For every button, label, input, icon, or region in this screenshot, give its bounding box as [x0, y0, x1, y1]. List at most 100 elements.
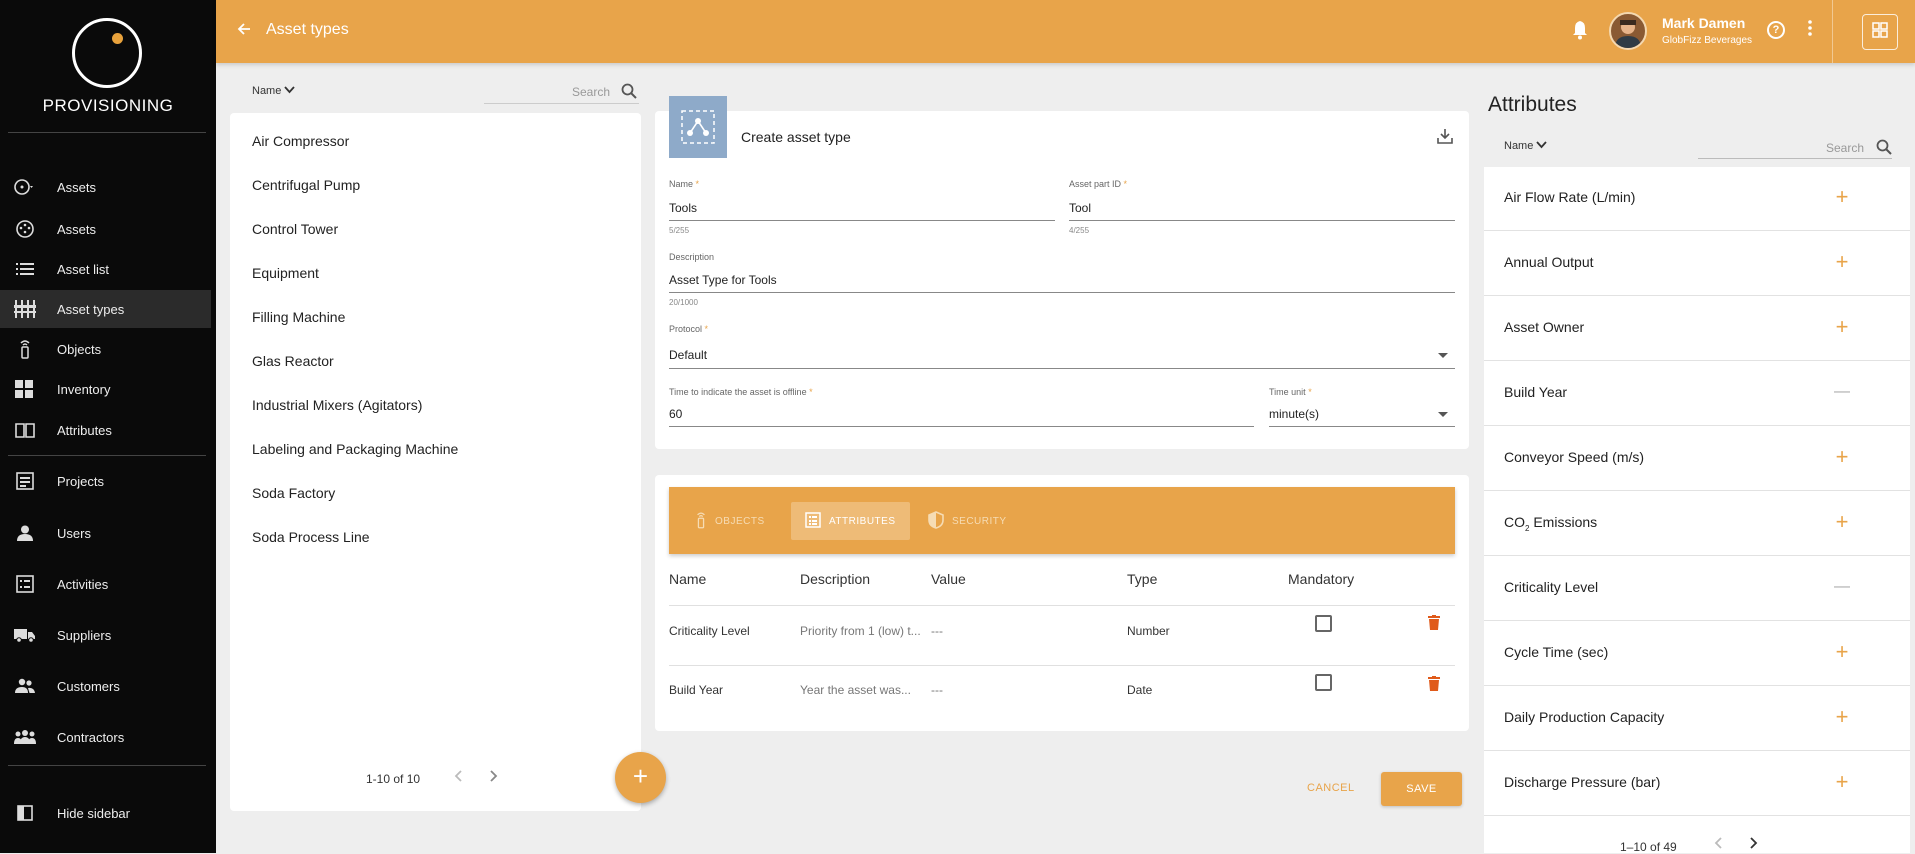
sort-label: Name — [252, 85, 282, 97]
mandatory-checkbox[interactable] — [1315, 674, 1332, 691]
tab-security[interactable]: SECURITY — [928, 502, 1018, 540]
chevron-left-icon[interactable] — [454, 769, 462, 787]
add-asset-type-button[interactable]: + — [615, 752, 666, 803]
part-id-field[interactable]: Tool — [1069, 201, 1091, 215]
hide-sidebar-button[interactable]: Hide sidebar — [0, 794, 211, 832]
help-icon[interactable]: ? — [1767, 21, 1785, 39]
sidebar-item-asset-list[interactable]: Asset list — [0, 250, 211, 288]
sidebar-divider — [8, 765, 206, 766]
attribute-item: Annual Output + — [1484, 231, 1910, 296]
column-header-name: Name — [669, 571, 707, 587]
logo-icon — [72, 18, 142, 88]
bell-icon[interactable] — [1572, 20, 1588, 45]
description-char-count: 20/1000 — [669, 298, 698, 307]
download-icon[interactable] — [1436, 127, 1454, 150]
add-attribute-button[interactable]: + — [1832, 184, 1852, 210]
description-field[interactable]: Asset Type for Tools — [669, 273, 777, 287]
name-char-count: 5/255 — [669, 226, 690, 235]
list-sort-dropdown[interactable]: Name — [252, 85, 296, 97]
avatar[interactable] — [1609, 12, 1647, 50]
sidebar-item-assets[interactable]: Assets — [0, 210, 211, 248]
offline-time-field[interactable]: 60 — [669, 407, 682, 421]
save-button[interactable]: SAVE — [1381, 772, 1462, 806]
attribute-item: Discharge Pressure (bar) + — [1484, 751, 1910, 816]
list-item[interactable]: Air Compressor — [252, 133, 349, 149]
attribute-label: Criticality Level — [1504, 579, 1599, 595]
list-item[interactable]: Glas Reactor — [252, 353, 334, 369]
dropdown-arrow-icon[interactable] — [1438, 412, 1448, 417]
asset-type-image-icon[interactable] — [669, 96, 727, 158]
add-attribute-button[interactable]: + — [1832, 249, 1852, 275]
time-unit-select[interactable]: minute(s) — [1269, 407, 1319, 421]
attribute-label: Build Year — [1504, 384, 1568, 400]
attribute-item: Criticality Level — — [1484, 556, 1910, 621]
list-item[interactable]: Labeling and Packaging Machine — [252, 441, 458, 457]
sidebar-item-asset-types[interactable]: Asset types — [0, 290, 211, 328]
mandatory-checkbox[interactable] — [1315, 615, 1332, 632]
sidebar-toggle-icon — [14, 803, 36, 823]
list-item[interactable]: Control Tower — [252, 221, 338, 237]
add-attribute-button[interactable]: + — [1832, 314, 1852, 340]
list-item[interactable]: Soda Factory — [252, 485, 335, 501]
chevron-down-icon — [1536, 140, 1548, 152]
chevron-right-icon[interactable] — [1750, 836, 1758, 854]
sidebar-item-users[interactable]: Users — [0, 514, 211, 552]
dropdown-arrow-icon[interactable] — [1438, 353, 1448, 358]
more-vert-icon[interactable] — [1808, 20, 1812, 40]
list-item[interactable]: Equipment — [252, 265, 319, 281]
list-item[interactable]: Industrial Mixers (Agitators) — [252, 397, 422, 413]
attributes-sort-dropdown[interactable]: Name — [1504, 140, 1548, 152]
sidebar-item-activities[interactable]: Activities — [0, 565, 211, 603]
attribute-item: Build Year — — [1484, 361, 1910, 426]
table-cell-description: Priority from 1 (low) t... — [800, 624, 921, 638]
header-divider — [1832, 0, 1833, 63]
list-item[interactable]: Filling Machine — [252, 309, 345, 325]
protocol-select[interactable]: Default — [669, 348, 707, 362]
sidebar-item-projects[interactable]: Projects — [0, 462, 211, 500]
list-item[interactable]: Centrifugal Pump — [252, 177, 360, 193]
dashboard-dropdown-icon — [14, 177, 36, 197]
list-icon — [14, 259, 36, 279]
row-divider — [669, 665, 1455, 666]
cancel-button[interactable]: CANCEL — [1307, 782, 1355, 794]
sidebar-item-assets-dropdown[interactable]: Assets — [0, 168, 211, 206]
tab-attributes[interactable]: ATTRIBUTES — [791, 502, 910, 540]
sidebar-item-objects[interactable]: Objects — [0, 330, 211, 368]
delete-icon[interactable] — [1428, 676, 1440, 696]
list-item[interactable]: Soda Process Line — [252, 529, 370, 545]
attribute-item: CO2 Emissions + — [1484, 491, 1910, 556]
search-icon[interactable] — [621, 83, 637, 104]
list-search-input[interactable] — [484, 80, 639, 104]
book-icon — [14, 420, 36, 440]
delete-icon[interactable] — [1428, 615, 1440, 635]
apps-grid-button[interactable] — [1862, 14, 1898, 50]
add-attribute-button[interactable]: + — [1832, 639, 1852, 665]
add-attribute-button[interactable]: + — [1832, 444, 1852, 470]
sidebar-item-customers[interactable]: Customers — [0, 667, 211, 705]
add-attribute-button[interactable]: + — [1832, 704, 1852, 730]
asset-type-form — [655, 111, 1469, 449]
sidebar-item-inventory[interactable]: Inventory — [0, 370, 211, 408]
sidebar-item-label: Objects — [57, 341, 102, 357]
chevron-right-icon[interactable] — [490, 769, 498, 787]
sidebar-item-label: Suppliers — [57, 627, 112, 643]
search-icon[interactable] — [1876, 139, 1892, 160]
sidebar-item-attributes[interactable]: Attributes — [0, 411, 211, 449]
remove-attribute-button[interactable]: — — [1832, 578, 1852, 596]
form-title: Create asset type — [741, 129, 851, 145]
chevron-left-icon[interactable] — [1714, 836, 1722, 854]
truck-icon — [14, 625, 36, 645]
table-cell-description: Year the asset was... — [800, 683, 911, 697]
add-attribute-button[interactable]: + — [1832, 509, 1852, 535]
tab-objects[interactable]: OBJECTS — [695, 502, 780, 540]
asset-types-icon — [14, 299, 36, 319]
attribute-label: Cycle Time (sec) — [1504, 644, 1609, 660]
back-arrow-icon[interactable] — [236, 20, 258, 42]
sidebar-item-contractors[interactable]: Contractors — [0, 718, 211, 756]
table-cell-name: Criticality Level — [669, 624, 750, 638]
sidebar-item-suppliers[interactable]: Suppliers — [0, 616, 211, 654]
add-attribute-button[interactable]: + — [1832, 769, 1852, 795]
attribute-item: Daily Production Capacity + — [1484, 686, 1910, 751]
remove-attribute-button[interactable]: — — [1832, 383, 1852, 401]
name-field[interactable]: Tools — [669, 201, 697, 215]
